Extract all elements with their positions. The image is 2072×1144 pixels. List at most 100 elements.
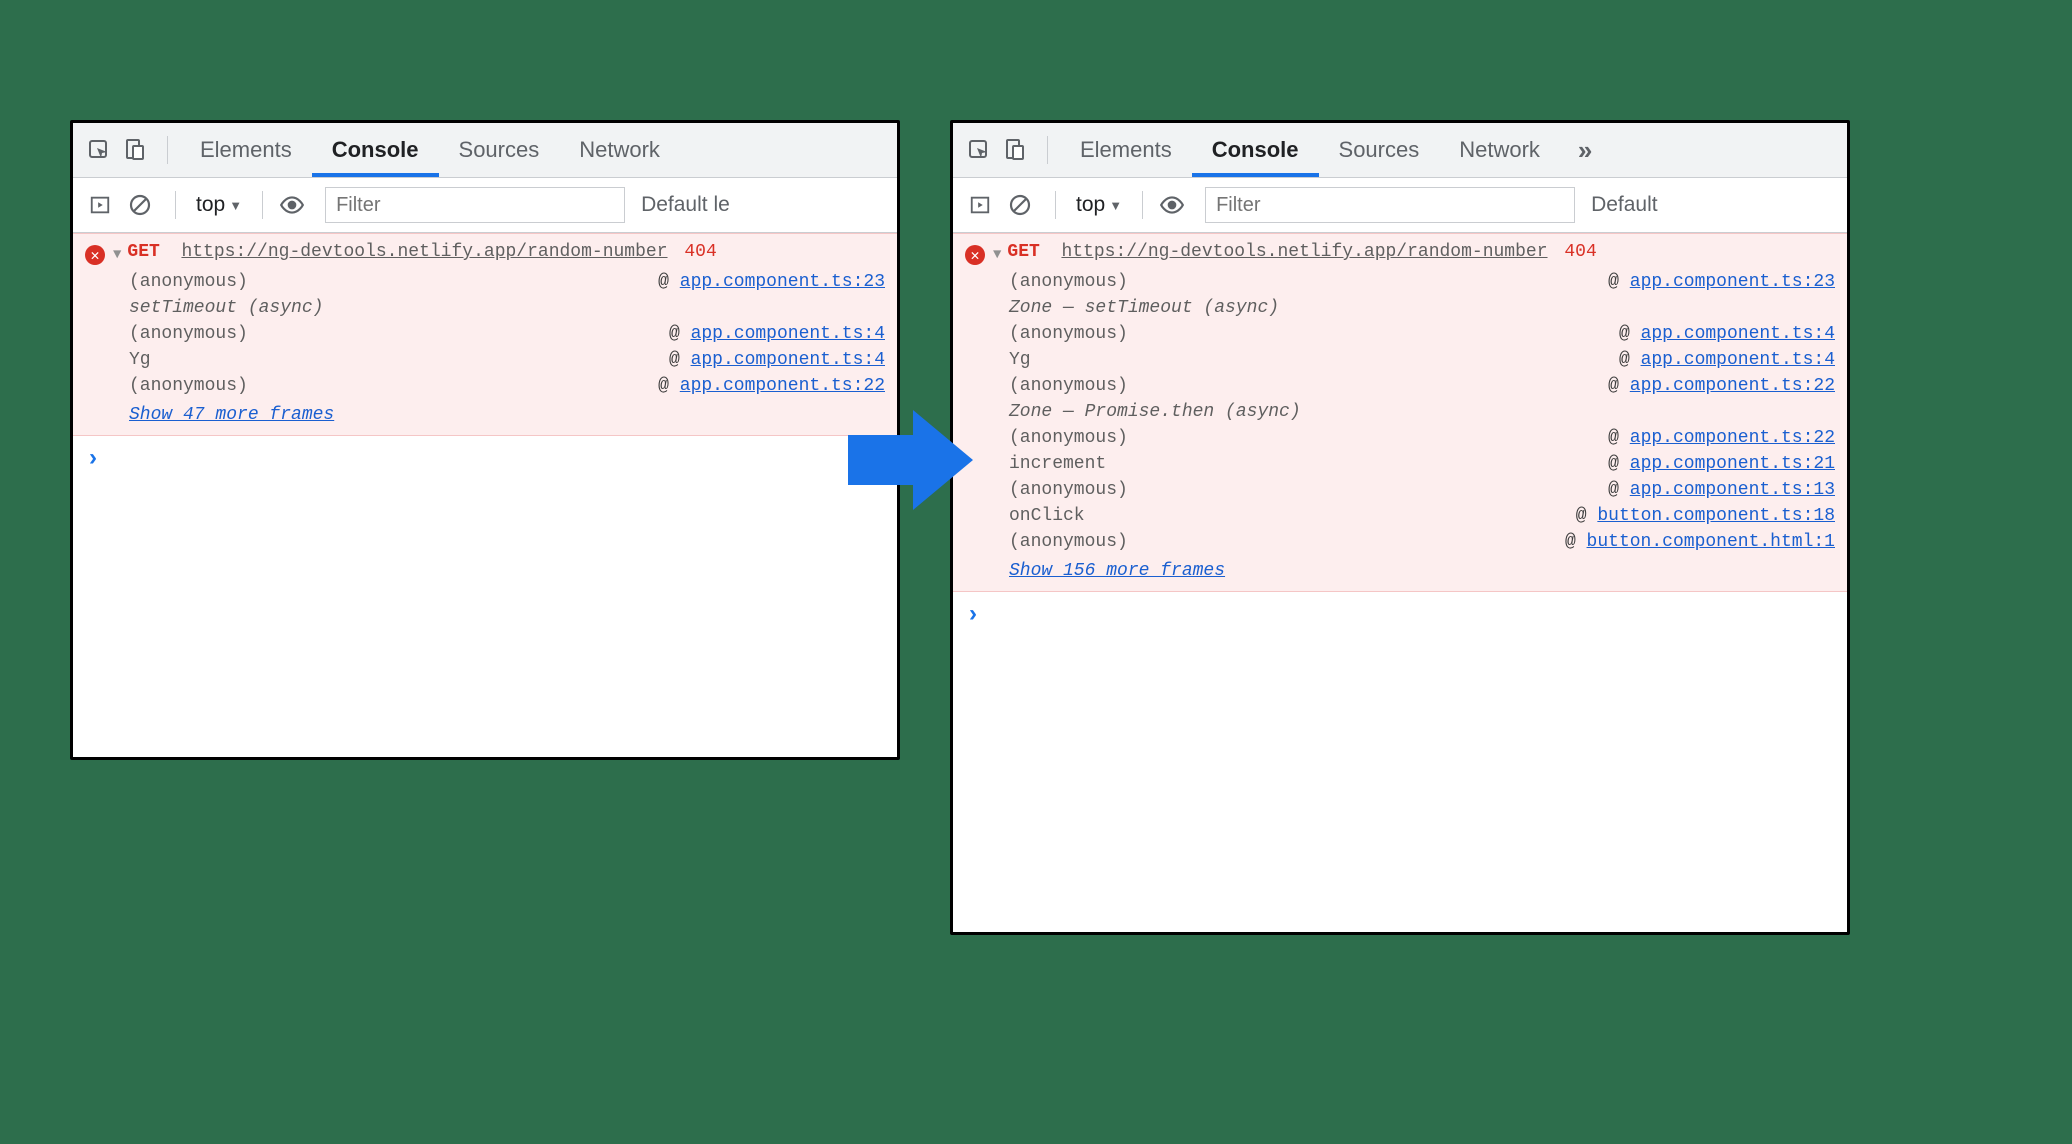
devtools-panel-after: Elements Console Sources Network » top ▼… bbox=[950, 120, 1850, 935]
stack-trace: (anonymous) @ app.component.ts:23 setTimeo… bbox=[129, 269, 885, 399]
device-toggle-icon[interactable] bbox=[999, 134, 1031, 166]
frame-function: onClick bbox=[1009, 506, 1085, 526]
tab-network[interactable]: Network bbox=[559, 123, 680, 177]
error-icon: ✕ bbox=[965, 245, 985, 265]
frame-function: (anonymous) bbox=[1009, 480, 1128, 500]
separator bbox=[1055, 191, 1056, 219]
frame-location: @ app.component.ts:4 bbox=[1619, 350, 1835, 370]
error-message: ✕ ▼ GET https://ng-devtools.netlify.app/… bbox=[953, 233, 1847, 592]
request-url[interactable]: https://ng-devtools.netlify.app/random-n… bbox=[1061, 242, 1547, 262]
filter-bar: top ▼ Default bbox=[953, 178, 1847, 233]
clear-console-icon[interactable] bbox=[123, 188, 157, 222]
separator bbox=[262, 191, 263, 219]
frame-function: (anonymous) bbox=[1009, 324, 1128, 344]
disclosure-icon[interactable]: ▼ bbox=[113, 247, 121, 263]
stack-frame: (anonymous)@ app.component.ts:22 bbox=[1009, 425, 1835, 451]
frame-location: @ app.component.ts:4 bbox=[669, 324, 885, 344]
eye-icon[interactable] bbox=[1155, 188, 1189, 222]
console-output: ✕ ▼ GET https://ng-devtools.netlify.app/… bbox=[73, 233, 897, 757]
sidebar-toggle-icon[interactable] bbox=[83, 188, 117, 222]
clear-console-icon[interactable] bbox=[1003, 188, 1037, 222]
separator bbox=[1142, 191, 1143, 219]
separator bbox=[175, 191, 176, 219]
stack-frame: increment@ app.component.ts:21 bbox=[1009, 451, 1835, 477]
source-link[interactable]: app.component.ts:23 bbox=[1630, 272, 1835, 292]
console-prompt[interactable] bbox=[73, 436, 897, 480]
stack-frame: (anonymous) @ app.component.ts:22 bbox=[129, 373, 885, 399]
tab-elements[interactable]: Elements bbox=[1060, 123, 1192, 177]
stack-frame: Yg @ app.component.ts:4 bbox=[1009, 347, 1835, 373]
context-label: top bbox=[196, 193, 225, 217]
frame-function: (anonymous) bbox=[1009, 532, 1128, 552]
frame-location: @ button.component.ts:18 bbox=[1576, 506, 1835, 526]
source-link[interactable]: app.component.ts:13 bbox=[1630, 480, 1835, 500]
source-link[interactable]: app.component.ts:21 bbox=[1630, 454, 1835, 474]
source-link[interactable]: app.component.ts:4 bbox=[691, 350, 885, 370]
tab-sources[interactable]: Sources bbox=[1319, 123, 1440, 177]
frame-location: @ app.component.ts:22 bbox=[658, 376, 885, 396]
eye-icon[interactable] bbox=[275, 188, 309, 222]
stack-frame: Yg@ app.component.ts:4 bbox=[129, 347, 885, 373]
stack-frame: onClick @ button.component.ts:18 bbox=[1009, 503, 1835, 529]
frame-location: @ app.component.ts:4 bbox=[1619, 324, 1835, 344]
source-link[interactable]: app.component.ts:4 bbox=[691, 324, 885, 344]
source-link[interactable]: app.component.ts:22 bbox=[1630, 428, 1835, 448]
separator bbox=[167, 136, 168, 164]
frame-function: (anonymous) bbox=[129, 324, 248, 344]
show-more-frames[interactable]: Show 47 more frames bbox=[129, 405, 334, 425]
stack-frame: (anonymous)@ button.component.html:1 bbox=[1009, 529, 1835, 555]
tab-console[interactable]: Console bbox=[1192, 123, 1319, 177]
tab-console[interactable]: Console bbox=[312, 123, 439, 177]
context-selector[interactable]: top ▼ bbox=[1076, 193, 1122, 217]
error-message: ✕ ▼ GET https://ng-devtools.netlify.app/… bbox=[73, 233, 897, 436]
source-link[interactable]: button.component.ts:18 bbox=[1597, 506, 1835, 526]
stack-frame: (anonymous)@ app.component.ts:22 bbox=[1009, 373, 1835, 399]
more-tabs-icon[interactable]: » bbox=[1560, 135, 1598, 166]
frame-function: (anonymous) bbox=[1009, 272, 1128, 292]
source-link[interactable]: button.component.html:1 bbox=[1587, 532, 1835, 552]
source-link[interactable]: app.component.ts:23 bbox=[680, 272, 885, 292]
stack-trace: (anonymous)@ app.component.ts:23Zone — s… bbox=[1009, 269, 1835, 555]
async-boundary: setTimeout (async) bbox=[129, 295, 885, 321]
context-label: top bbox=[1076, 193, 1105, 217]
log-levels[interactable]: Default le bbox=[635, 193, 730, 217]
disclosure-icon[interactable]: ▼ bbox=[993, 247, 1001, 263]
http-status: 404 bbox=[1564, 242, 1596, 262]
request-url[interactable]: https://ng-devtools.netlify.app/random-n… bbox=[181, 242, 667, 262]
tab-sources[interactable]: Sources bbox=[439, 123, 560, 177]
stack-frame: (anonymous) @ app.component.ts:4 bbox=[1009, 321, 1835, 347]
frame-function: (anonymous) bbox=[129, 272, 248, 292]
filter-input[interactable] bbox=[325, 187, 625, 223]
stack-frame: (anonymous) @ app.component.ts:4 bbox=[129, 321, 885, 347]
frame-location: @ app.component.ts:21 bbox=[1608, 454, 1835, 474]
frame-function: (anonymous) bbox=[129, 376, 248, 396]
source-link[interactable]: app.component.ts:4 bbox=[1641, 324, 1835, 344]
filter-input[interactable] bbox=[1205, 187, 1575, 223]
source-link[interactable]: app.component.ts:22 bbox=[680, 376, 885, 396]
http-status: 404 bbox=[684, 242, 716, 262]
device-toggle-icon[interactable] bbox=[119, 134, 151, 166]
source-link[interactable]: app.component.ts:22 bbox=[1630, 376, 1835, 396]
frame-location: @ app.component.ts:13 bbox=[1608, 480, 1835, 500]
inspect-icon[interactable] bbox=[83, 134, 115, 166]
tab-bar: Elements Console Sources Network » bbox=[953, 123, 1847, 178]
frame-function: (anonymous) bbox=[1009, 428, 1128, 448]
tab-network[interactable]: Network bbox=[1439, 123, 1560, 177]
log-levels[interactable]: Default bbox=[1585, 193, 1658, 217]
sidebar-toggle-icon[interactable] bbox=[963, 188, 997, 222]
tab-elements[interactable]: Elements bbox=[180, 123, 312, 177]
filter-bar: top ▼ Default le bbox=[73, 178, 897, 233]
show-more-frames[interactable]: Show 156 more frames bbox=[1009, 561, 1225, 581]
frame-function: Yg bbox=[1009, 350, 1031, 370]
context-selector[interactable]: top ▼ bbox=[196, 193, 242, 217]
inspect-icon[interactable] bbox=[963, 134, 995, 166]
frame-location: @ app.component.ts:23 bbox=[658, 272, 885, 292]
http-method: GET bbox=[1007, 242, 1039, 262]
arrow-icon bbox=[838, 400, 978, 520]
http-method: GET bbox=[127, 242, 159, 262]
console-prompt[interactable] bbox=[953, 592, 1847, 636]
source-link[interactable]: app.component.ts:4 bbox=[1641, 350, 1835, 370]
frame-location: @ app.component.ts:23 bbox=[1608, 272, 1835, 292]
console-output: ✕ ▼ GET https://ng-devtools.netlify.app/… bbox=[953, 233, 1847, 932]
tab-bar: Elements Console Sources Network bbox=[73, 123, 897, 178]
